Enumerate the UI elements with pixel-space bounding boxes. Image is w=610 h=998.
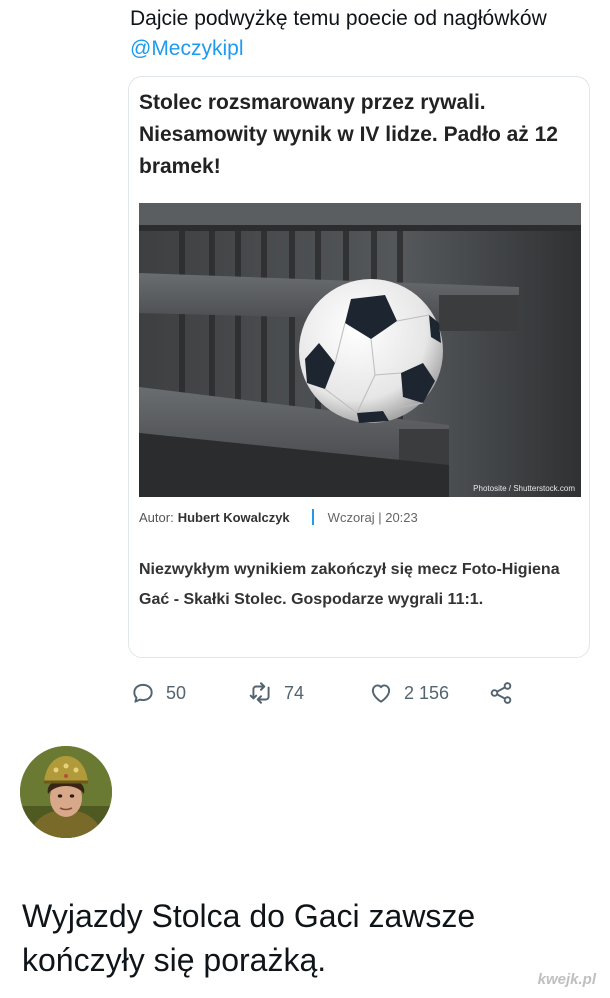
retweet-count: 74 bbox=[284, 682, 305, 703]
reply-button[interactable]: 50 bbox=[130, 680, 186, 706]
football-on-steps-image bbox=[139, 203, 581, 497]
share-button[interactable] bbox=[488, 680, 514, 706]
author-label: Autor: bbox=[139, 509, 174, 525]
byline-divider bbox=[311, 509, 314, 525]
screenshot-page: Dajcie podwyżkę temu poecie od nagłówków… bbox=[0, 0, 610, 998]
reply-icon bbox=[133, 683, 153, 703]
like-button[interactable]: 2 156 bbox=[368, 680, 449, 706]
like-count: 2 156 bbox=[404, 682, 450, 703]
publish-time: Wczoraj | 20:23 bbox=[327, 509, 418, 525]
author-name: Hubert Kowalczyk bbox=[177, 509, 290, 525]
tweet-text: Dajcie podwyżkę temu poecie od nagłówków… bbox=[130, 4, 570, 64]
article-byline: Autor: Hubert Kowalczyk Wczoraj | 20:23 bbox=[139, 507, 418, 527]
retweet-button[interactable]: 74 bbox=[248, 680, 304, 706]
watermark-logo: kwejk.pl bbox=[537, 971, 596, 988]
avatar[interactable] bbox=[20, 746, 112, 838]
reply-text: Wyjazdy Stolca do Gaci zawsze kończyły s… bbox=[22, 898, 476, 978]
reply-count: 50 bbox=[166, 682, 187, 703]
share-icon bbox=[490, 682, 512, 704]
quoted-article-card[interactable]: Stolec rozsmarowany przez rywali. Niesam… bbox=[128, 76, 590, 658]
like-icon bbox=[371, 684, 391, 703]
article-lead: Niezwykłym wynikiem zakończył się mecz F… bbox=[139, 561, 560, 608]
tweet-body: Dajcie podwyżkę temu poecie od nagłówków bbox=[130, 7, 547, 30]
mention-link[interactable]: @Meczykipl bbox=[130, 37, 244, 60]
article-photo: Photosite / Shutterstock.com bbox=[139, 203, 581, 497]
tweet-actions: 50 74 2 156 bbox=[130, 676, 530, 710]
retweet-icon bbox=[249, 682, 270, 704]
photo-credit: Photosite / Shutterstock.com bbox=[473, 484, 575, 493]
article-headline: Stolec rozsmarowany przez rywali. Niesam… bbox=[139, 91, 558, 178]
avatar-image bbox=[20, 746, 112, 838]
